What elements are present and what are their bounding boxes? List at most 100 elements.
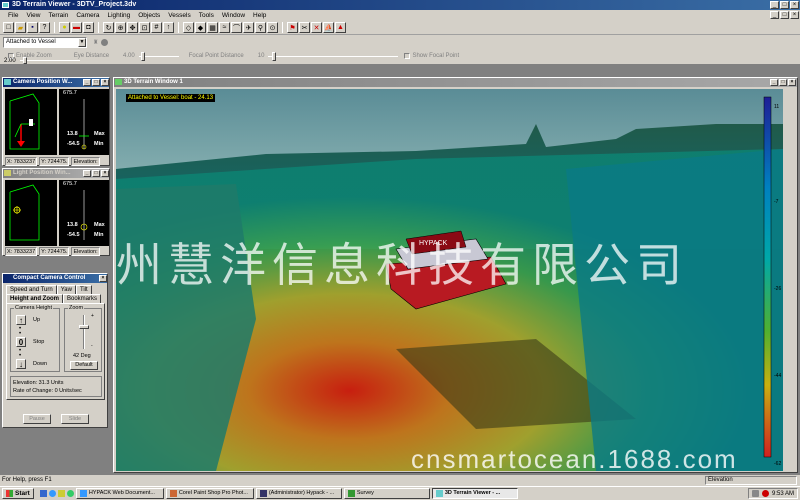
task-3d-terrain[interactable]: 3D Terrain Viewer - ...: [431, 488, 518, 499]
save-icon[interactable]: ▪: [27, 22, 38, 33]
camera-plan-view[interactable]: [5, 89, 57, 155]
terrain-window: 3D Terrain Window 1 _ □ × HYPACK Attache…: [113, 77, 798, 473]
task-hypack-web[interactable]: HYPACK Web Document...: [75, 488, 164, 499]
terrain-maximize-button[interactable]: □: [779, 79, 787, 86]
eye-distance-thumb[interactable]: [140, 51, 145, 61]
mdi-minimize-button[interactable]: _: [770, 11, 779, 19]
focal-distance-slider[interactable]: [268, 51, 399, 61]
terrain-minimize-button[interactable]: _: [770, 79, 778, 86]
focal-distance-thumb[interactable]: [272, 51, 277, 61]
app-title-bar[interactable]: 3D Terrain Viewer - 3DTV_Project.3dv: [0, 0, 800, 10]
camera-position-maximize-button[interactable]: □: [92, 79, 100, 86]
task-survey[interactable]: Survey: [343, 488, 430, 499]
window-icon: [115, 79, 122, 85]
quicklaunch-ie-icon[interactable]: [48, 490, 56, 497]
fit-icon[interactable]: ⊡: [139, 22, 150, 33]
zoom-icon[interactable]: ⊕: [115, 22, 126, 33]
camera-position-title-bar[interactable]: Camera Position W... _ □ ×: [3, 78, 109, 87]
pause-button[interactable]: Pause: [23, 414, 51, 424]
menu-tools[interactable]: Tools: [195, 10, 218, 21]
zoom-slider[interactable]: [19, 57, 80, 64]
minimize-button[interactable]: _: [770, 1, 779, 9]
target-icon[interactable]: ⊙: [267, 22, 278, 33]
walk-icon[interactable]: ⚲: [255, 22, 266, 33]
stop-button[interactable]: 0: [16, 337, 26, 347]
camera-icon[interactable]: ◘: [83, 22, 94, 33]
eye-distance-slider[interactable]: [138, 51, 179, 61]
menu-camera[interactable]: Camera: [72, 10, 103, 21]
open-icon[interactable]: ▰: [15, 22, 26, 33]
shade-icon[interactable]: ◆: [195, 22, 206, 33]
camera-position-close-button[interactable]: ×: [101, 79, 109, 86]
task-corel[interactable]: Corel Paint Shop Pro Phot...: [165, 488, 254, 499]
security-icon[interactable]: [761, 490, 769, 497]
volume-icon[interactable]: [751, 490, 759, 497]
pan-icon[interactable]: ✥: [127, 22, 138, 33]
menu-help[interactable]: Help: [249, 10, 270, 21]
light-position-title-bar[interactable]: Light Position Win... _ □ ×: [3, 169, 109, 178]
close-button[interactable]: ×: [790, 1, 799, 9]
fly-icon[interactable]: ✈: [243, 22, 254, 33]
camera-height-group: Camera Height ↑ Up • • 0 Stop • • ↓ Down: [10, 305, 60, 372]
vessel-icon[interactable]: ▬: [71, 22, 82, 33]
attached-vessel-label: Attached to Vessel: boat - 24.13: [126, 94, 216, 102]
menu-window[interactable]: Window: [218, 10, 249, 21]
camera-position-minimize-button[interactable]: _: [83, 79, 91, 86]
quicklaunch-desktop-icon[interactable]: [39, 490, 47, 497]
zoom-label: Zoom: [68, 305, 85, 311]
show-focal-checkbox[interactable]: [404, 53, 411, 59]
quicklaunch-mail-icon[interactable]: [57, 490, 65, 497]
terrain-window-title-bar[interactable]: 3D Terrain Window 1 _ □ ×: [114, 78, 797, 87]
light-position-minimize-button[interactable]: _: [83, 170, 91, 177]
light-position-maximize-button[interactable]: □: [92, 170, 100, 177]
flag-icon[interactable]: ⚑: [287, 22, 298, 33]
terrain-viewport[interactable]: HYPACK Attached to Vessel: boat - 24.13 …: [116, 89, 783, 471]
north-icon[interactable]: ↑: [163, 22, 174, 33]
clock[interactable]: 9:53 AM: [772, 491, 794, 497]
camera-elevation-view[interactable]: 675.7 13.8 Max -54.5 Min: [59, 89, 109, 155]
light-position-close-button[interactable]: ×: [101, 170, 109, 177]
light-plan-view[interactable]: [5, 180, 57, 246]
rotate-icon[interactable]: ↻: [103, 22, 114, 33]
new-icon[interactable]: □: [3, 22, 14, 33]
eye-distance-value: 4.00: [123, 53, 135, 59]
chevron-down-icon[interactable]: ▼: [78, 37, 86, 47]
cross-icon[interactable]: ✕: [311, 22, 322, 33]
menu-vessels[interactable]: Vessels: [164, 10, 194, 21]
attach-select[interactable]: Attached to Vessel ▼: [3, 36, 87, 48]
slide-button[interactable]: Slide: [61, 414, 89, 424]
menu-objects[interactable]: Objects: [134, 10, 164, 21]
mdi-close-button[interactable]: ×: [790, 11, 799, 19]
texture-icon[interactable]: ▦: [207, 22, 218, 33]
quicklaunch-browser-icon[interactable]: [66, 490, 74, 497]
light-elevation-view[interactable]: 675.7 13.8 Max -54.5 Min: [59, 180, 109, 246]
compact-camera-close-button[interactable]: ×: [99, 275, 107, 282]
lock-icon[interactable]: ♜: [93, 39, 98, 46]
zoom-thumb[interactable]: [22, 57, 27, 64]
up-arrow-button[interactable]: ↑: [16, 315, 26, 325]
task-hypack-admin[interactable]: (Administrator) Hypack - ...: [255, 488, 342, 499]
menu-terrain[interactable]: Terrain: [44, 10, 72, 21]
menu-lighting[interactable]: Lighting: [103, 10, 134, 21]
compact-camera-title-bar[interactable]: Compact Camera Control ×: [3, 274, 107, 283]
contour-icon[interactable]: ≈: [219, 22, 230, 33]
profile-icon[interactable]: ⌒: [231, 22, 242, 33]
maximize-button[interactable]: □: [780, 1, 789, 9]
menu-file[interactable]: File: [4, 10, 22, 21]
mark-icon[interactable]: ▲: [335, 22, 346, 33]
mdi-restore-button[interactable]: □: [780, 11, 789, 19]
menu-view[interactable]: View: [22, 10, 44, 21]
down-arrow-button[interactable]: ↓: [16, 359, 26, 369]
terrain-close-button[interactable]: ×: [788, 79, 796, 86]
zoom-vertical-slider[interactable]: [79, 315, 89, 349]
zoom-vertical-thumb[interactable]: [79, 325, 89, 330]
wire-icon[interactable]: ◇: [183, 22, 194, 33]
start-button[interactable]: Start: [2, 488, 34, 499]
cut-icon[interactable]: ✂: [299, 22, 310, 33]
default-button[interactable]: Default: [70, 361, 98, 370]
grid-icon[interactable]: #: [151, 22, 162, 33]
light-icon[interactable]: ●: [59, 22, 70, 33]
help-icon[interactable]: ?: [39, 22, 50, 33]
record-icon[interactable]: [101, 38, 109, 46]
ship-icon[interactable]: ⛵: [323, 22, 334, 33]
